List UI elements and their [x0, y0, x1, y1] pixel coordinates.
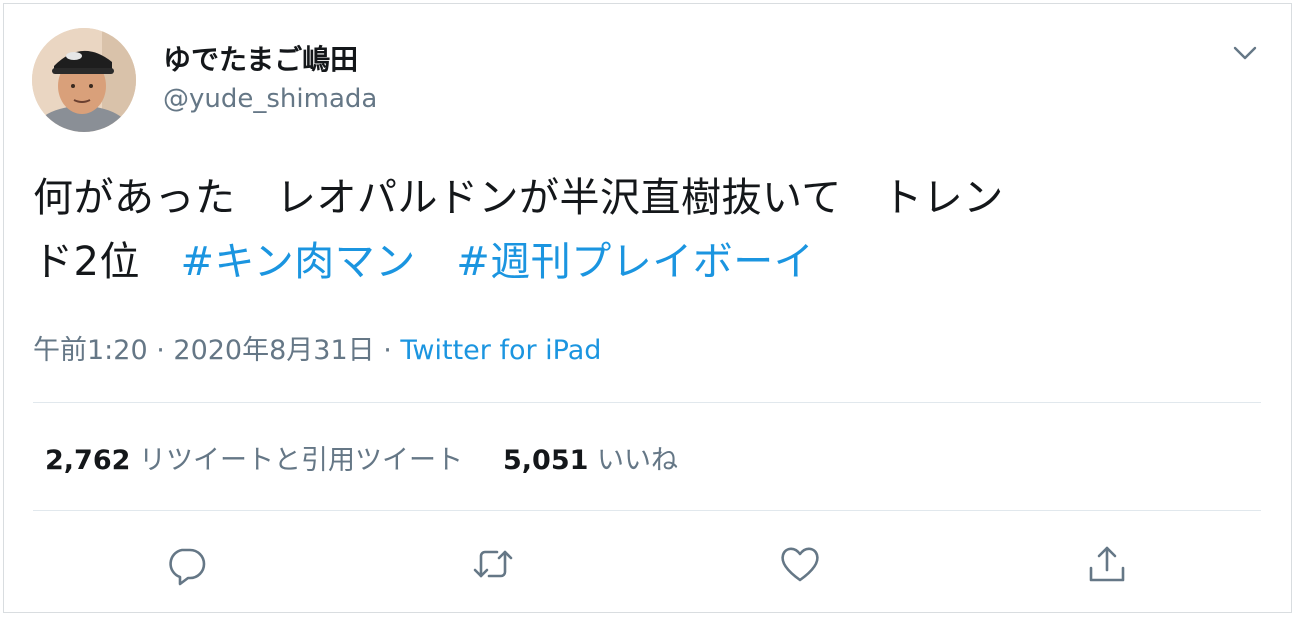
avatar[interactable] — [32, 28, 136, 132]
divider — [33, 402, 1261, 403]
avatar-photo-icon — [32, 28, 136, 132]
hashtag-link[interactable]: #キン肉マン — [180, 239, 415, 285]
likes-count: 5,051 — [503, 445, 589, 476]
likes-stat[interactable]: 5,051 いいね — [503, 445, 678, 476]
tweet-stats: 2,762 リツイートと引用ツイート 5,051 いいね — [45, 438, 678, 477]
tweet-time[interactable]: 午前1:20 — [33, 335, 148, 366]
tweet-date[interactable]: 2020年8月31日 — [173, 335, 374, 366]
retweet-icon[interactable] — [471, 542, 515, 586]
likes-label: いいね — [597, 445, 678, 476]
display-name[interactable]: ゆでたまご嶋田 — [163, 38, 358, 78]
retweets-count: 2,762 — [45, 445, 131, 476]
tweet-text-plain: ド2位 — [33, 239, 181, 285]
tweet-text-gap — [416, 239, 457, 285]
heart-icon[interactable] — [778, 542, 822, 586]
tweet-meta: 午前1:20 · 2020年8月31日 · Twitter for iPad — [33, 328, 601, 367]
user-handle[interactable]: @yude_shimada — [163, 84, 377, 114]
tweet-text-line: ド2位 #キン肉マン #週刊プレイボーイ — [33, 230, 1263, 294]
tweet-text-line: 何があった レオパルドンが半沢直樹抜いて トレン — [33, 175, 1004, 221]
hashtag-link[interactable]: #週刊プレイボーイ — [456, 239, 814, 285]
divider — [33, 510, 1261, 511]
retweets-label: リツイートと引用ツイート — [139, 445, 463, 476]
meta-separator: · — [374, 335, 401, 366]
tweet-source-link[interactable]: Twitter for iPad — [400, 335, 601, 366]
meta-separator: · — [147, 335, 174, 366]
reply-icon[interactable] — [164, 542, 208, 586]
share-icon[interactable] — [1085, 542, 1129, 586]
retweets-stat[interactable]: 2,762 リツイートと引用ツイート — [45, 445, 463, 476]
tweet-text: 何があった レオパルドンが半沢直樹抜いて トレン ド2位 #キン肉マン #週刊プ… — [33, 166, 1263, 294]
chevron-down-icon[interactable] — [1230, 38, 1260, 68]
